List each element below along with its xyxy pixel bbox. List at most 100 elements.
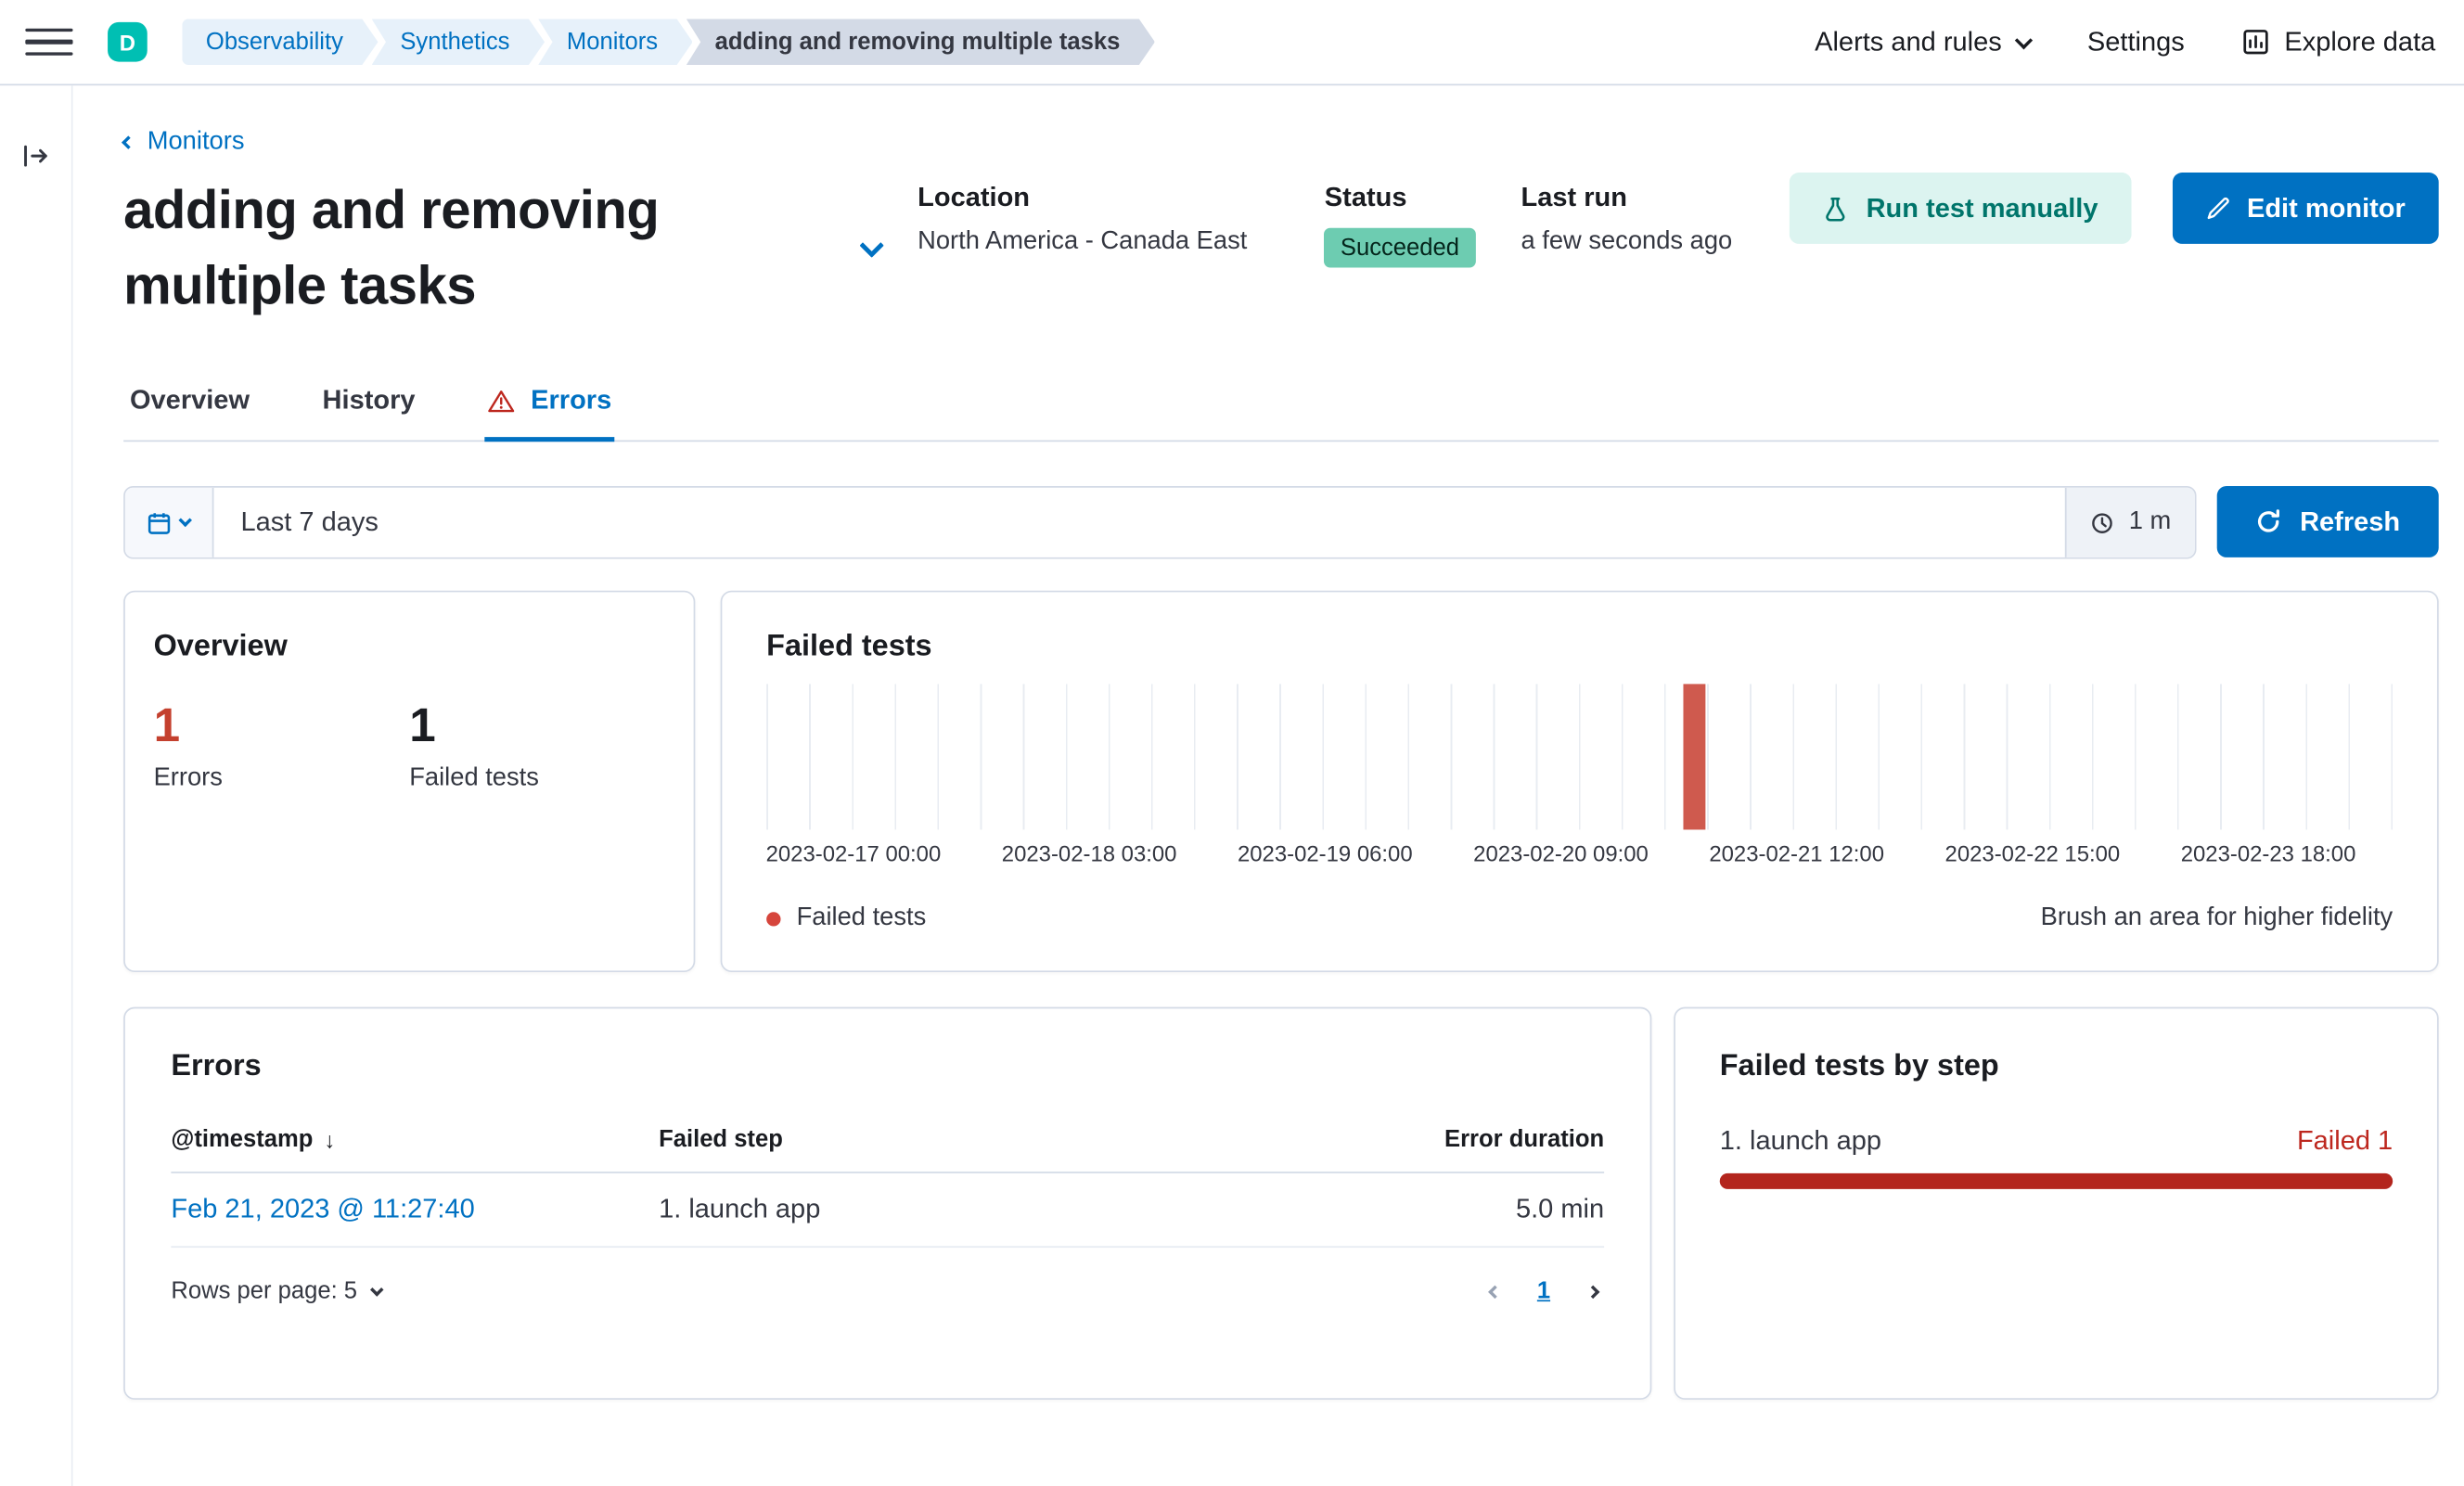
- chevron-down-icon: [859, 232, 884, 258]
- next-page-button[interactable]: [1582, 1280, 1604, 1302]
- refresh-interval-clock-icon: [2091, 510, 2115, 534]
- explore-data-icon: [2241, 29, 2268, 56]
- tab-overview-label: Overview: [129, 384, 250, 416]
- settings-link[interactable]: Settings: [2087, 26, 2185, 58]
- monitor-tabs: Overview History Errors: [123, 385, 2439, 442]
- x-tick: 2023-02-21 12:00: [1709, 840, 1885, 866]
- timestamp-header-label: @timestamp: [171, 1125, 314, 1153]
- calendar-icon: [148, 510, 172, 534]
- meta-status: Status Succeeded: [1324, 182, 1521, 325]
- monitor-title-wrap: adding and removing multiple tasks: [123, 173, 918, 325]
- date-range-display[interactable]: Last 7 days: [213, 506, 404, 538]
- column-header-timestamp[interactable]: @timestamp ↓: [171, 1126, 659, 1153]
- error-duration-cell: 5.0 min: [1515, 1194, 1605, 1224]
- settings-label: Settings: [2086, 26, 2185, 57]
- refresh-button[interactable]: Refresh: [2216, 486, 2439, 557]
- breadcrumb-current-monitor: adding and removing multiple tasks: [687, 19, 1155, 65]
- monitor-header: adding and removing multiple tasks Locat…: [123, 173, 2439, 325]
- tab-history[interactable]: History: [319, 385, 418, 441]
- expand-sidebar-button[interactable]: [22, 143, 49, 170]
- refresh-interval-value: 1 m: [2128, 507, 2172, 535]
- failed-tests-stat: 1 Failed tests: [409, 699, 665, 793]
- top-header-bar: D Observability Synthetics Monitors addi…: [0, 0, 2464, 86]
- menu-hamburger-button[interactable]: [25, 19, 73, 66]
- run-test-label: Run test manually: [1866, 192, 2098, 223]
- explore-data-label: Explore data: [2284, 26, 2436, 57]
- monitor-select-dropdown[interactable]: [856, 230, 886, 266]
- errors-table-card: Errors @timestamp ↓ Failed step Error du…: [123, 1006, 1652, 1400]
- failed-tests-histogram[interactable]: [766, 684, 2393, 830]
- chevron-left-icon: [122, 135, 135, 149]
- x-tick: 2023-02-23 18:00: [2180, 840, 2356, 866]
- meta-last-run: Last run a few seconds ago: [1521, 182, 1790, 325]
- date-quick-select-button[interactable]: [124, 487, 214, 557]
- step-item: 1. launch app Failed 1: [1719, 1125, 2393, 1189]
- breadcrumb-monitors[interactable]: Monitors: [538, 19, 692, 65]
- failed-tests-chart-card: Failed tests 2023-02-17 00:00 2023-02-18…: [720, 590, 2439, 973]
- breadcrumb-observability[interactable]: Observability: [182, 19, 378, 65]
- table-footer: Rows per page: 5 1: [171, 1278, 1604, 1305]
- failed-test-bar: [1684, 684, 1707, 830]
- x-tick: 2023-02-22 15:00: [1944, 840, 2121, 866]
- space-avatar[interactable]: D: [108, 21, 148, 62]
- errors-count: 1: [153, 699, 181, 752]
- time-controls: Last 7 days 1 m Refresh: [123, 486, 2439, 559]
- status-badge: Succeeded: [1324, 227, 1476, 268]
- error-failed-step-cell: 1. launch app: [659, 1194, 821, 1224]
- pencil-icon: [2206, 197, 2230, 221]
- chevron-down-icon: [369, 1282, 383, 1296]
- overview-stats: 1 Errors 1 Failed tests: [154, 699, 665, 793]
- legend-item-failed-tests[interactable]: Failed tests: [766, 904, 926, 933]
- meta-location: Location North America - Canada East: [918, 182, 1325, 325]
- breadcrumb: Observability Synthetics Monitors adding…: [182, 19, 1155, 65]
- details-row: Errors @timestamp ↓ Failed step Error du…: [123, 1006, 2439, 1400]
- x-tick: 2023-02-17 00:00: [765, 840, 942, 866]
- main-content: Monitors adding and removing multiple ta…: [73, 85, 2464, 1486]
- previous-page-button[interactable]: [1483, 1280, 1506, 1302]
- x-axis-ticks: 2023-02-17 00:00 2023-02-18 03:00 2023-0…: [766, 840, 2393, 869]
- x-tick: 2023-02-20 09:00: [1473, 840, 1649, 866]
- app-body: Monitors adding and removing multiple ta…: [0, 85, 2464, 1486]
- chevron-down-icon: [178, 513, 192, 528]
- column-header-error-duration: Error duration: [1444, 1125, 1605, 1153]
- run-test-manually-button[interactable]: Run test manually: [1790, 173, 2132, 244]
- chevron-down-icon: [2015, 31, 2034, 49]
- failed-tests-count: 1: [409, 699, 436, 752]
- last-run-label: Last run: [1521, 182, 1627, 212]
- summary-row: Overview 1 Errors 1 Failed tests Failed …: [123, 590, 2439, 973]
- rows-per-page-selector[interactable]: Rows per page: 5: [171, 1277, 383, 1305]
- warning-triangle-icon: [488, 389, 515, 413]
- breadcrumb-synthetics[interactable]: Synthetics: [372, 19, 545, 65]
- error-timestamp-link[interactable]: Feb 21, 2023 @ 11:27:40: [171, 1194, 474, 1225]
- chevron-right-icon: [1585, 1284, 1600, 1299]
- back-to-monitors-link[interactable]: Monitors: [122, 128, 244, 157]
- alerts-and-rules-menu[interactable]: Alerts and rules: [1815, 26, 2034, 58]
- page-title: adding and removing multiple tasks: [123, 180, 660, 317]
- monitor-actions: Run test manually Edit monitor: [1790, 173, 2439, 325]
- errors-table: @timestamp ↓ Failed step Error duration …: [171, 1125, 1605, 1249]
- failed-tests-count-label: Failed tests: [409, 764, 539, 792]
- failed-tests-chart-title: Failed tests: [766, 630, 932, 664]
- refresh-icon: [2255, 508, 2282, 535]
- status-label: Status: [1324, 182, 1407, 212]
- sort-descending-icon: ↓: [324, 1126, 336, 1152]
- rows-per-page-label: Rows per page: 5: [171, 1277, 358, 1305]
- app-window: D Observability Synthetics Monitors addi…: [0, 0, 2464, 1486]
- monitor-meta: Location North America - Canada East Sta…: [918, 173, 1790, 325]
- by-step-card-title: Failed tests by step: [1719, 1049, 1999, 1083]
- step-failure-bar: [1719, 1172, 2393, 1189]
- failed-tests-by-step-card: Failed tests by step 1. launch app Faile…: [1674, 1006, 2439, 1400]
- edit-monitor-button[interactable]: Edit monitor: [2172, 173, 2439, 244]
- refresh-interval-control[interactable]: 1 m: [2065, 487, 2195, 557]
- x-tick: 2023-02-19 06:00: [1237, 840, 1413, 866]
- overview-card-title: Overview: [153, 630, 288, 664]
- overview-card: Overview 1 Errors 1 Failed tests: [123, 590, 696, 973]
- column-header-failed-step: Failed step: [659, 1125, 783, 1153]
- tab-overview[interactable]: Overview: [127, 385, 253, 441]
- step-failed-count: Failed 1: [2296, 1125, 2393, 1157]
- explore-data-link[interactable]: Explore data: [2241, 26, 2435, 58]
- location-label: Location: [918, 182, 1031, 212]
- page-number-1[interactable]: 1: [1537, 1278, 1550, 1305]
- tab-errors[interactable]: Errors: [484, 385, 615, 442]
- super-date-picker: Last 7 days 1 m: [123, 486, 2197, 559]
